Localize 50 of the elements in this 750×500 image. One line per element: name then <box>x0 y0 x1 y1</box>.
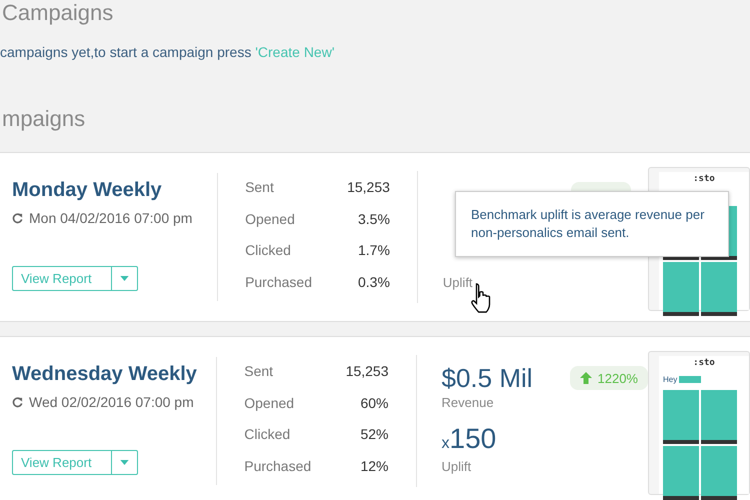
up-arrow-icon <box>580 372 592 384</box>
product-tile <box>701 446 737 500</box>
stat-label: Opened <box>244 394 294 413</box>
stat-label: Purchased <box>244 458 312 476</box>
view-report-button[interactable]: View Report <box>12 266 112 291</box>
preview-name-bar <box>679 376 702 382</box>
stat-value: 52% <box>360 426 389 444</box>
stat-label: Clicked <box>244 426 290 444</box>
stat-label: Purchased <box>245 274 312 292</box>
preview-logo: :sto <box>692 174 716 184</box>
stat-value: 12% <box>360 458 389 476</box>
uplift-tooltip: Benchmark uplift is average revenue per non-personalics email sent. <box>455 191 729 257</box>
campaign-name: Monday Weekly <box>12 179 163 202</box>
caret-icon <box>120 276 129 281</box>
revenue-value: $0.5 Mil <box>442 362 534 394</box>
dropdown-button[interactable] <box>111 450 138 475</box>
dropdown-button[interactable] <box>111 266 138 291</box>
product-tile <box>701 390 737 444</box>
stat-value: 15,253 <box>346 363 389 381</box>
revenue-label: Revenue <box>442 395 495 412</box>
preview-logo: :sto <box>692 358 716 368</box>
product-tile <box>700 262 737 316</box>
campaign-name: Wednesday Weekly <box>12 363 198 386</box>
section-title: Campaigns <box>1 0 114 27</box>
product-tile <box>662 262 699 316</box>
stat-label: Opened <box>245 210 295 229</box>
caret-icon <box>120 460 129 465</box>
uplift-value: x150 <box>442 423 498 456</box>
empty-message: campaigns yet,to start a campaign press 'Create New' <box>0 44 336 62</box>
uplift-badge: 1220% <box>570 366 648 390</box>
stat-value: 0.3% <box>358 274 390 292</box>
create-new-link[interactable]: 'Create New' <box>255 44 334 60</box>
stat-label: Sent <box>244 363 274 381</box>
stat-label: Clicked <box>245 242 291 260</box>
stat-value: 60% <box>360 394 389 412</box>
repeat-icon <box>12 396 23 408</box>
stat-value: 1.7% <box>358 242 390 260</box>
uplift-label: Uplift <box>442 459 472 476</box>
view-report-button[interactable]: View Report <box>12 450 112 475</box>
product-tile <box>663 390 699 444</box>
stat-value: 15,253 <box>347 179 390 197</box>
stat-value: 3.5% <box>358 210 390 228</box>
stat-label: Sent <box>245 179 274 197</box>
schedule-date: Mon 04/02/2016 07:00 pm <box>29 210 192 226</box>
preview-greeting: Hey <box>663 374 678 384</box>
uplift-label: Uplift <box>442 275 474 292</box>
schedule-date: Wed 02/02/2016 07:00 pm <box>29 394 194 410</box>
product-tile <box>663 446 699 500</box>
section-title: mpaigns <box>1 106 86 133</box>
repeat-icon <box>12 212 23 224</box>
